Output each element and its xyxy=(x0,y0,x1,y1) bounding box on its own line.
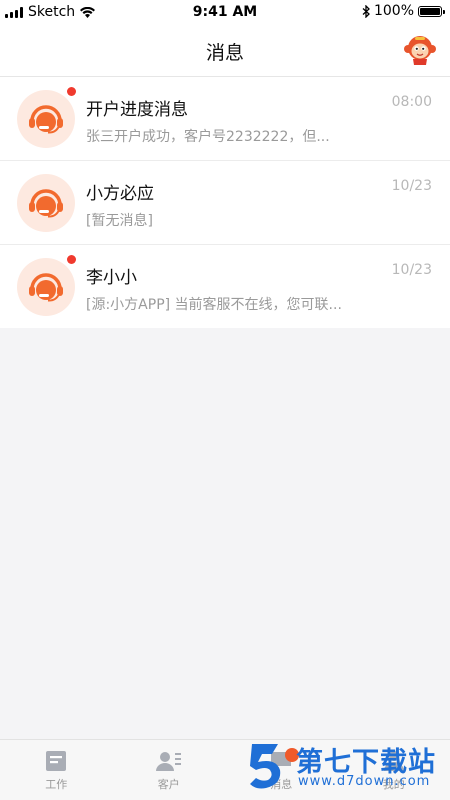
message-title: 开户进度消息 xyxy=(86,100,188,120)
message-title: 小方必应 xyxy=(86,184,154,204)
page-title: 消息 xyxy=(205,42,244,64)
tab-me[interactable]: 我的 xyxy=(338,740,450,800)
status-bar: Sketch 9:41 AM 100% xyxy=(0,0,450,26)
message-title: 李小小 xyxy=(86,268,137,288)
message-preview: [源:小方APP] 当前客服不在线，您可联... xyxy=(86,297,342,313)
message-avatar xyxy=(17,174,75,232)
tab-customers-label: 客户 xyxy=(157,778,180,791)
status-right: 100% xyxy=(362,3,445,19)
contacts-icon xyxy=(155,752,181,771)
tab-messages[interactable]: 消息 xyxy=(225,740,338,800)
phone-screen: Sketch 9:41 AM 100% 消息 开户进度消息 08:00 张三开户… xyxy=(0,0,450,800)
message-preview: [暂无消息] xyxy=(86,213,153,229)
tab-me-label: 我的 xyxy=(382,778,405,791)
message-time: 10/23 xyxy=(391,262,432,278)
document-icon xyxy=(46,751,67,771)
message-item[interactable]: 开户进度消息 08:00 张三开户成功，客户号2232222，但... xyxy=(0,77,450,161)
nav-bar: 消息 xyxy=(0,26,450,77)
tab-work-label: 工作 xyxy=(45,778,68,791)
message-list: 开户进度消息 08:00 张三开户成功，客户号2232222，但... 小方必应… xyxy=(0,77,450,328)
tab-badge xyxy=(285,748,300,762)
customer-service-headset-icon xyxy=(29,189,63,218)
message-time: 08:00 xyxy=(391,94,432,110)
customer-service-headset-icon xyxy=(29,273,63,302)
message-preview: 张三开户成功，客户号2232222，但... xyxy=(86,129,330,145)
message-item[interactable]: 李小小 10/23 [源:小方APP] 当前客服不在线，您可联... xyxy=(0,245,450,328)
customer-service-headset-icon xyxy=(29,105,63,134)
battery-percent: 100% xyxy=(373,3,414,19)
tab-bar: 工作 客户 消息 我的 xyxy=(0,739,450,800)
message-time: 10/23 xyxy=(391,178,432,194)
message-avatar xyxy=(17,258,75,316)
tab-work[interactable]: 工作 xyxy=(0,740,113,800)
monkey-mascot-icon[interactable] xyxy=(404,34,436,66)
tab-customers[interactable]: 客户 xyxy=(113,740,226,800)
battery-icon xyxy=(418,5,445,17)
message-avatar xyxy=(17,90,75,148)
person-icon xyxy=(383,751,404,771)
unread-dot xyxy=(67,255,76,264)
unread-dot xyxy=(67,87,76,96)
tab-messages-label: 消息 xyxy=(270,778,293,791)
message-item[interactable]: 小方必应 10/23 [暂无消息] xyxy=(0,161,450,245)
bluetooth-icon xyxy=(362,4,370,18)
